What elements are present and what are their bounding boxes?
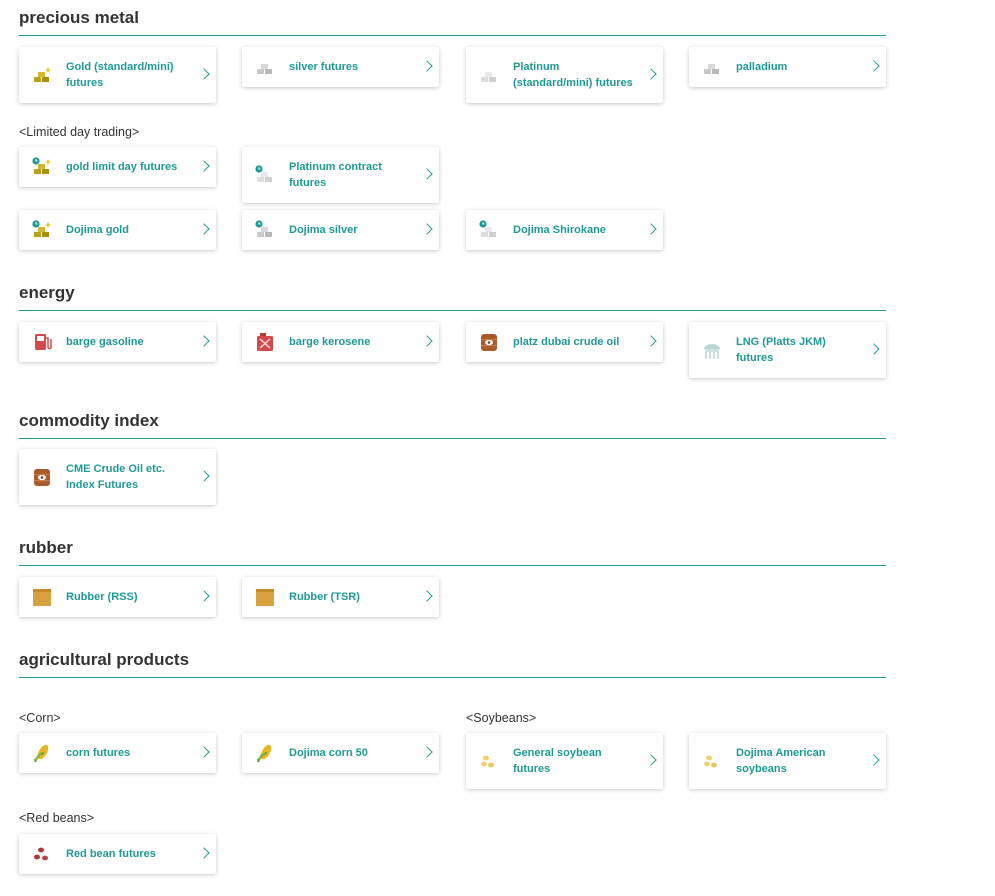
rubber-box-icon <box>254 586 276 608</box>
sub-label-soybeans: <Soybeans> <box>466 711 537 725</box>
card-general-soybean[interactable]: General soybean futures <box>466 733 663 789</box>
card-label: Dojima Shirokane <box>513 224 606 236</box>
card-label: silver futures <box>289 61 359 73</box>
lng-tank-icon <box>701 339 723 361</box>
chevron-right-icon <box>198 847 210 859</box>
card-cme-crude-index[interactable]: CME Crude Oil etc. Index Futures <box>19 449 216 505</box>
sub-label-red-beans: <Red beans> <box>19 811 95 825</box>
gold-clock-icon <box>31 219 53 241</box>
chevron-right-icon <box>421 746 433 758</box>
card-label: Rubber (RSS) <box>66 591 138 603</box>
soybean-icon <box>701 750 723 772</box>
chevron-right-icon <box>868 754 880 766</box>
section-title-precious-metal: precious metal <box>19 8 886 36</box>
chevron-right-icon <box>868 343 880 355</box>
card-silver-futures[interactable]: silver futures <box>242 47 439 87</box>
section-title-commodity-index: commodity index <box>19 411 886 439</box>
corn-icon <box>254 742 276 764</box>
card-label: Gold (standard/mini) futures <box>66 61 174 89</box>
card-platinum-futures[interactable]: Platinum (standard/mini) futures <box>466 47 663 103</box>
card-gold-futures[interactable]: Gold (standard/mini) futures <box>19 47 216 103</box>
card-dojima-gold[interactable]: Dojima gold <box>19 210 216 250</box>
card-platinum-contract[interactable]: Platinum contract futures <box>242 147 439 203</box>
card-lng[interactable]: LNG (Platts JKM) futures <box>689 322 886 378</box>
corn-icon <box>31 742 53 764</box>
card-platz-dubai[interactable]: platz dubai crude oil <box>466 322 663 362</box>
card-label: gold limit day futures <box>66 161 178 173</box>
card-label: Platinum contract futures <box>289 161 382 189</box>
card-label: palladium <box>736 61 788 73</box>
chevron-right-icon <box>421 60 433 72</box>
card-dojima-american-soybeans[interactable]: Dojima American soybeans <box>689 733 886 789</box>
card-label: CME Crude Oil etc. Index Futures <box>66 463 166 491</box>
card-gold-limit-day[interactable]: gold limit day futures <box>19 147 216 187</box>
card-label: General soybean futures <box>513 747 602 775</box>
section-title-rubber: rubber <box>19 538 886 566</box>
card-label: Dojima American soybeans <box>736 747 826 775</box>
section-title-agricultural: agricultural products <box>19 650 886 678</box>
chevron-right-icon <box>198 590 210 602</box>
platinum-clock-icon <box>254 164 276 186</box>
chevron-right-icon <box>645 68 657 80</box>
soybean-icon <box>478 750 500 772</box>
card-label: Dojima corn 50 <box>289 747 368 759</box>
card-dojima-shirokane[interactable]: Dojima Shirokane <box>466 210 663 250</box>
card-label: Dojima gold <box>66 224 129 236</box>
chevron-right-icon <box>421 590 433 602</box>
card-label: Dojima silver <box>289 224 358 236</box>
card-barge-gasoline[interactable]: barge gasoline <box>19 322 216 362</box>
sub-label-corn: <Corn> <box>19 711 61 725</box>
card-label: Red bean futures <box>66 848 156 860</box>
card-rubber-rss[interactable]: Rubber (RSS) <box>19 577 216 617</box>
card-label: barge kerosene <box>289 336 371 348</box>
fuel-pump-icon <box>31 331 53 353</box>
card-dojima-corn[interactable]: Dojima corn 50 <box>242 733 439 773</box>
chevron-right-icon <box>868 60 880 72</box>
gold-bars-icon <box>31 64 53 86</box>
card-rubber-tsr[interactable]: Rubber (TSR) <box>242 577 439 617</box>
silver-bars-icon <box>254 56 276 78</box>
platinum-bars-icon <box>478 64 500 86</box>
card-palladium[interactable]: palladium <box>689 47 886 87</box>
platinum-clock-icon <box>478 219 500 241</box>
chevron-right-icon <box>645 223 657 235</box>
chevron-right-icon <box>645 335 657 347</box>
chevron-right-icon <box>198 68 210 80</box>
sub-label-limited-day: <Limited day trading> <box>19 125 140 139</box>
oil-barrel-icon <box>478 331 500 353</box>
card-label: corn futures <box>66 747 131 759</box>
card-label: platz dubai crude oil <box>513 336 620 348</box>
chevron-right-icon <box>198 160 210 172</box>
jerrycan-icon <box>254 331 276 353</box>
chevron-right-icon <box>198 335 210 347</box>
card-label: Rubber (TSR) <box>289 591 360 603</box>
chevron-right-icon <box>421 223 433 235</box>
red-bean-icon <box>31 843 53 865</box>
card-label: Platinum (standard/mini) futures <box>513 61 633 89</box>
palladium-bars-icon <box>701 56 723 78</box>
chevron-right-icon <box>198 223 210 235</box>
card-dojima-silver[interactable]: Dojima silver <box>242 210 439 250</box>
card-red-bean-futures[interactable]: Red bean futures <box>19 834 216 874</box>
gold-clock-icon <box>31 156 53 178</box>
rubber-box-icon <box>31 586 53 608</box>
oil-barrel-icon <box>31 466 53 488</box>
chevron-right-icon <box>645 754 657 766</box>
section-title-energy: energy <box>19 283 886 311</box>
card-label: LNG (Platts JKM) futures <box>736 336 826 364</box>
silver-clock-icon <box>254 219 276 241</box>
card-corn-futures[interactable]: corn futures <box>19 733 216 773</box>
chevron-right-icon <box>198 746 210 758</box>
chevron-right-icon <box>198 470 210 482</box>
chevron-right-icon <box>421 335 433 347</box>
chevron-right-icon <box>421 168 433 180</box>
card-label: barge gasoline <box>66 336 144 348</box>
card-barge-kerosene[interactable]: barge kerosene <box>242 322 439 362</box>
